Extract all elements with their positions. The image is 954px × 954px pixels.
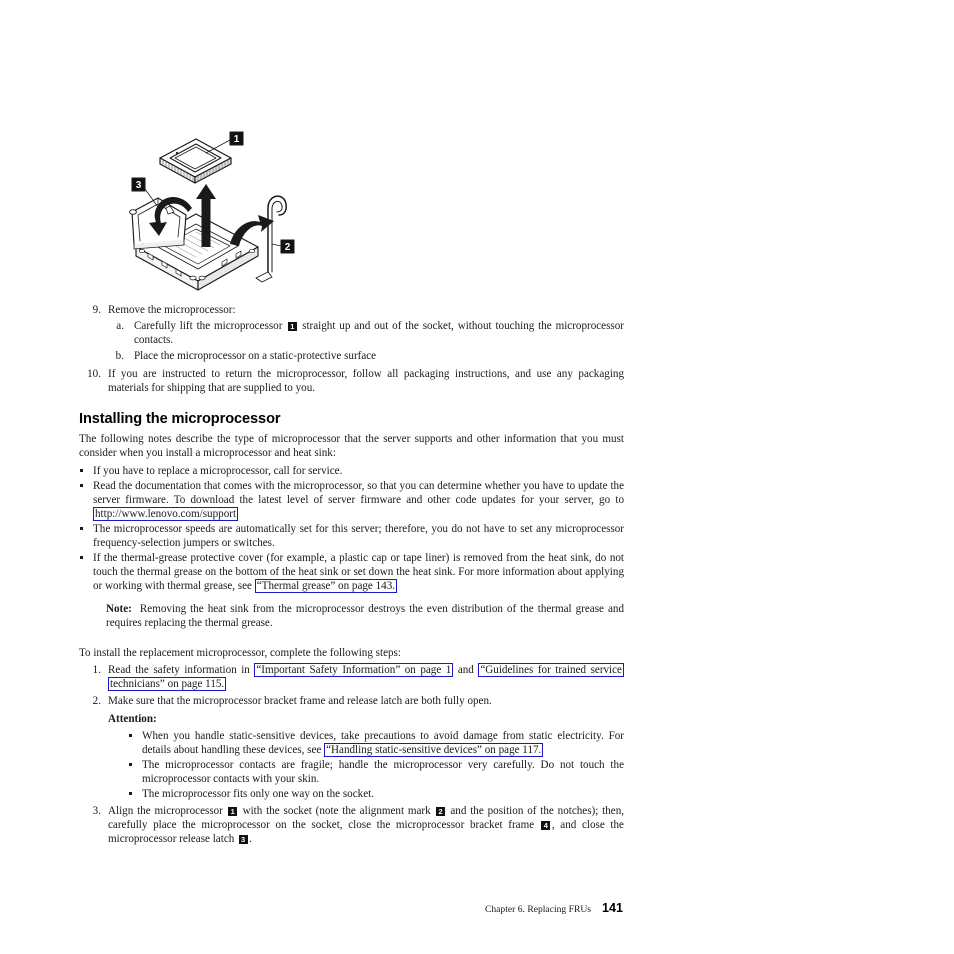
microprocessor-release-latch xyxy=(255,195,287,283)
figure-callout-1: 1 xyxy=(229,131,244,146)
attention-bullet-1-text: When you handle static-sensitive devices… xyxy=(142,729,624,757)
step-9-marker: 9. xyxy=(92,304,101,316)
note-bullet-2: Read the documentation that comes with t… xyxy=(79,479,624,521)
callout-chip-2: 2 xyxy=(436,807,446,816)
step-9a-marker: a. xyxy=(116,320,124,332)
footer-chapter-label: Chapter 6. Replacing FRUs xyxy=(484,904,592,915)
svg-text:1: 1 xyxy=(234,134,240,145)
installation-notes-list: If you have to replace a microprocessor,… xyxy=(79,464,624,593)
bullet-icon xyxy=(129,758,132,772)
note-bullet-4-text: If the thermal-grease protective cover (… xyxy=(93,551,624,593)
bullet-icon xyxy=(80,522,83,536)
thermal-grease-xref-link[interactable]: “Thermal grease” on page 143. xyxy=(254,579,398,593)
attention-bullet-2-text: The microprocessor contacts are fragile;… xyxy=(142,759,624,785)
page-body: 9. Remove the microprocessor: a. Careful… xyxy=(79,303,624,846)
install-step-2-text: Make sure that the microprocessor bracke… xyxy=(108,695,492,707)
step-9b-text: Place the microprocessor on a static-pro… xyxy=(134,350,377,362)
install-step-1-text: Read the safety information in “Importan… xyxy=(108,663,624,691)
note-bullet-2-text-before: Read the documentation that comes with t… xyxy=(93,480,624,506)
bullet-icon xyxy=(80,479,83,493)
note-block: Note: Removing the heat sink from the mi… xyxy=(106,602,624,630)
figure-callout-2: 2 xyxy=(280,239,295,254)
microprocessor-chip xyxy=(159,138,232,184)
document-page: 1 3 2 9. Remove the microprocessor: a. C… xyxy=(0,0,954,954)
note-bullet-1-text: If you have to replace a microprocessor,… xyxy=(93,465,343,477)
page-footer: Chapter 6. Replacing FRUs 141 xyxy=(0,899,954,917)
attention-bullet-3: The microprocessor fits only one way on … xyxy=(128,787,624,801)
bullet-icon xyxy=(129,787,132,801)
bullet-icon xyxy=(80,551,83,565)
install-step-3-t2: with the socket (note the alignment mark xyxy=(242,805,431,817)
install-step-3-t5: . xyxy=(249,833,252,845)
note-bullet-2-text: Read the documentation that comes with t… xyxy=(93,479,624,521)
handling-static-sensitive-devices-link[interactable]: “Handling static-sensitive devices” on p… xyxy=(324,743,544,757)
note-bullet-4: If the thermal-grease protective cover (… xyxy=(79,551,624,593)
note-bullet-3-text: The microprocessor speeds are automatica… xyxy=(93,523,624,549)
install-step-2-marker: 2. xyxy=(92,695,101,707)
step-9: 9. Remove the microprocessor: a. Careful… xyxy=(79,303,624,363)
svg-text:2: 2 xyxy=(285,242,291,253)
install-lead-in: To install the replacement microprocesso… xyxy=(79,647,401,659)
attention-block: Attention: When you handle static-sensit… xyxy=(108,712,624,801)
attention-bullet-1: When you handle static-sensitive devices… xyxy=(128,729,624,757)
bullet-icon xyxy=(129,729,132,743)
install-step-1-marker: 1. xyxy=(92,664,101,676)
attention-items: When you handle static-sensitive devices… xyxy=(128,729,624,801)
step-9a-text-before: Carefully lift the microprocessor xyxy=(134,320,283,332)
step-9a: a. Carefully lift the microprocessor 1 s… xyxy=(108,319,624,347)
section-intro-paragraph: The following notes describe the type of… xyxy=(79,433,624,459)
callout-chip-3: 3 xyxy=(238,835,248,844)
install-step-1: 1. Read the safety information in “Impor… xyxy=(79,663,624,691)
step-10-marker: 10. xyxy=(87,368,101,380)
install-step-3: 3. Align the microprocessor 1 with the s… xyxy=(79,804,624,846)
note-text: Removing the heat sink from the micropro… xyxy=(106,603,624,629)
figure-callout-3: 3 xyxy=(131,177,146,192)
install-step-1-text-middle: and xyxy=(457,664,474,676)
attention-label: Attention: xyxy=(108,713,157,725)
install-step-3-text: Align the microprocessor 1 with the sock… xyxy=(108,804,624,846)
step-10: 10. If you are instructed to return the … xyxy=(79,367,624,395)
footer-page-number: 141 xyxy=(602,901,624,915)
page-section-heading: Installing the microprocessor xyxy=(79,411,281,427)
callout-chip-1: 1 xyxy=(287,322,297,331)
callout-chip-1: 1 xyxy=(228,807,238,816)
microprocessor-socket-removal-figure: 1 3 2 xyxy=(118,122,308,302)
important-safety-information-link[interactable]: “Important Safety Information” on page 1 xyxy=(254,663,454,677)
install-step-2: 2. Make sure that the microprocessor bra… xyxy=(79,694,624,801)
step-10-text: If you are instructed to return the micr… xyxy=(108,368,624,394)
note-bullet-3: The microprocessor speeds are automatica… xyxy=(79,522,624,550)
callout-chip-4: 4 xyxy=(541,821,551,830)
step-9b: b. Place the microprocessor on a static-… xyxy=(108,349,624,363)
install-step-3-t1: Align the microprocessor xyxy=(108,805,223,817)
step-9a-text: Carefully lift the microprocessor 1 stra… xyxy=(134,319,624,347)
note-bullet-1: If you have to replace a microprocessor,… xyxy=(79,464,624,478)
step-9b-marker: b. xyxy=(115,350,124,362)
note-label: Note: xyxy=(106,603,132,615)
svg-text:3: 3 xyxy=(136,180,142,191)
attention-bullet-3-text: The microprocessor fits only one way on … xyxy=(142,788,374,800)
lenovo-support-link[interactable]: http://www.lenovo.com/support xyxy=(93,507,239,521)
installation-steps-list: 1. Read the safety information in “Impor… xyxy=(79,663,624,846)
step-9-text: Remove the microprocessor: xyxy=(108,304,236,316)
install-step-3-marker: 3. xyxy=(92,805,101,817)
bullet-icon xyxy=(80,464,83,478)
install-step-1-text-before: Read the safety information in xyxy=(108,664,250,676)
attention-bullet-2: The microprocessor contacts are fragile;… xyxy=(128,758,624,786)
removal-steps-list: 9. Remove the microprocessor: a. Careful… xyxy=(79,303,624,395)
